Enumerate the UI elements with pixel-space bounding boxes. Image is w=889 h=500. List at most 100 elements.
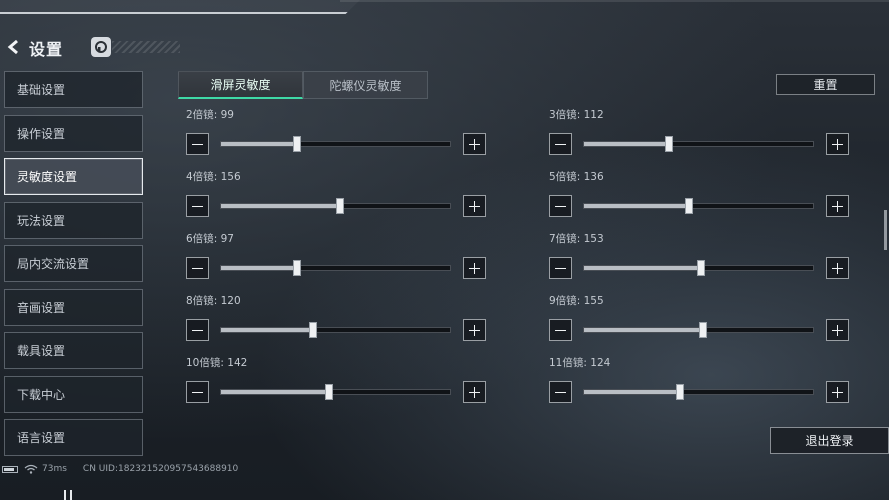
slider-value: 155 [583, 295, 604, 307]
decrease-button[interactable] [186, 195, 209, 217]
slider-value: 153 [583, 233, 604, 245]
slider-name: 4倍镜 [186, 171, 214, 183]
slider-value: 156 [220, 171, 241, 183]
slider-track[interactable] [220, 136, 451, 152]
chevron-left-icon [7, 39, 18, 55]
sidebar-item[interactable]: 玩法设置 [4, 201, 143, 239]
plus-icon [469, 200, 480, 212]
increase-button[interactable] [826, 319, 849, 341]
plus-icon [469, 386, 480, 398]
sidebar-item-label: 操作设置 [17, 126, 66, 141]
slider-track[interactable] [583, 136, 814, 152]
decrease-button[interactable] [549, 133, 572, 155]
reset-button[interactable]: 重置 [776, 74, 875, 95]
decrease-button[interactable] [186, 257, 209, 279]
slider-thumb[interactable] [308, 322, 317, 338]
minus-icon [555, 325, 566, 336]
slider-thumb[interactable] [324, 384, 333, 400]
slider-name: 2倍镜 [186, 109, 214, 121]
slider-thumb[interactable] [336, 198, 345, 214]
plus-icon [832, 386, 843, 398]
slider-thumb[interactable] [664, 136, 673, 152]
slider-separator: : [213, 171, 221, 183]
increase-button[interactable] [826, 133, 849, 155]
slider-name: 6倍镜 [186, 233, 214, 245]
slider-thumb[interactable] [685, 198, 694, 214]
sidebar-item[interactable]: 下载中心 [4, 375, 143, 413]
slider-track[interactable] [220, 384, 451, 400]
slider-track[interactable] [220, 198, 451, 214]
slider-name: 3倍镜 [549, 109, 577, 121]
slider-label: 11倍镜: 124 [549, 355, 610, 370]
sidebar-item[interactable]: 灵敏度设置 [4, 158, 143, 195]
slider-fill [221, 266, 297, 270]
decrease-button[interactable] [549, 195, 572, 217]
slider-name: 7倍镜 [549, 233, 577, 245]
slider-value: 136 [583, 171, 604, 183]
sidebar-item[interactable]: 载具设置 [4, 332, 143, 369]
slider-track[interactable] [220, 322, 451, 338]
plus-icon [469, 138, 480, 150]
slider-track[interactable] [583, 322, 814, 338]
sidebar-item[interactable]: 局内交流设置 [4, 245, 143, 282]
decrease-button[interactable] [549, 257, 572, 279]
slider-thumb[interactable] [696, 260, 705, 276]
sidebar-item-label: 灵敏度设置 [17, 170, 78, 184]
sidebar-item-label: 载具设置 [17, 344, 66, 358]
tab-swipe-sensitivity[interactable]: 滑屏灵敏度 [178, 71, 303, 99]
back-button[interactable] [4, 36, 22, 58]
slider-fill [584, 204, 690, 208]
plus-icon [832, 324, 843, 336]
decrease-button[interactable] [549, 319, 572, 341]
minus-icon [555, 139, 566, 150]
decrease-button[interactable] [186, 319, 209, 341]
sidebar-item[interactable]: 语言设置 [4, 419, 143, 456]
top-decoration-line [340, 0, 889, 2]
slider-label: 2倍镜: 99 [186, 107, 234, 122]
decrease-button[interactable] [186, 133, 209, 155]
sensitivity-slider-group: 6倍镜: 97 [186, 231, 486, 287]
sidebar-item[interactable]: 音画设置 [4, 288, 143, 326]
increase-button[interactable] [463, 257, 486, 279]
sidebar-item[interactable]: 基础设置 [4, 71, 143, 108]
sensitivity-slider-group: 5倍镜: 136 [549, 169, 849, 225]
sidebar: 基础设置操作设置灵敏度设置玩法设置局内交流设置音画设置载具设置下载中心语言设置 [4, 71, 143, 463]
status-bar: 73ms CN UID:1823215209575436889​10 [2, 462, 238, 476]
logout-button[interactable]: 退出登录 [770, 427, 889, 454]
increase-button[interactable] [826, 257, 849, 279]
ping-text: 73ms [42, 464, 67, 474]
increase-button[interactable] [463, 381, 486, 403]
help-button[interactable] [91, 37, 111, 57]
sidebar-item[interactable]: 操作设置 [4, 114, 143, 152]
sensitivity-slider-group: 4倍镜: 156 [186, 169, 486, 225]
increase-button[interactable] [826, 381, 849, 403]
tab-gyro-sensitivity[interactable]: 陀螺仪灵敏度 [303, 71, 428, 99]
slider-value: 124 [590, 357, 611, 369]
scrollbar[interactable] [884, 210, 887, 250]
slider-fill [584, 266, 701, 270]
slider-thumb[interactable] [292, 136, 301, 152]
sidebar-item-label: 基础设置 [17, 83, 66, 97]
plus-icon [832, 262, 843, 274]
bottom-decoration [62, 490, 76, 500]
slider-thumb[interactable] [292, 260, 301, 276]
decrease-button[interactable] [186, 381, 209, 403]
slider-name: 8倍镜 [186, 295, 214, 307]
increase-button[interactable] [463, 133, 486, 155]
slider-label: 6倍镜: 97 [186, 231, 234, 246]
sidebar-item-label: 音画设置 [17, 300, 66, 315]
slider-thumb[interactable] [699, 322, 708, 338]
minus-icon [192, 387, 203, 398]
slider-track[interactable] [583, 260, 814, 276]
increase-button[interactable] [463, 319, 486, 341]
slider-track[interactable] [583, 384, 814, 400]
increase-button[interactable] [463, 195, 486, 217]
slider-fill [221, 328, 313, 332]
slider-track[interactable] [583, 198, 814, 214]
decrease-button[interactable] [549, 381, 572, 403]
uid-text: CN UID:1823215209575436889​10 [82, 464, 239, 474]
slider-thumb[interactable] [676, 384, 685, 400]
slider-track[interactable] [220, 260, 451, 276]
slider-value: 97 [220, 233, 234, 245]
increase-button[interactable] [826, 195, 849, 217]
